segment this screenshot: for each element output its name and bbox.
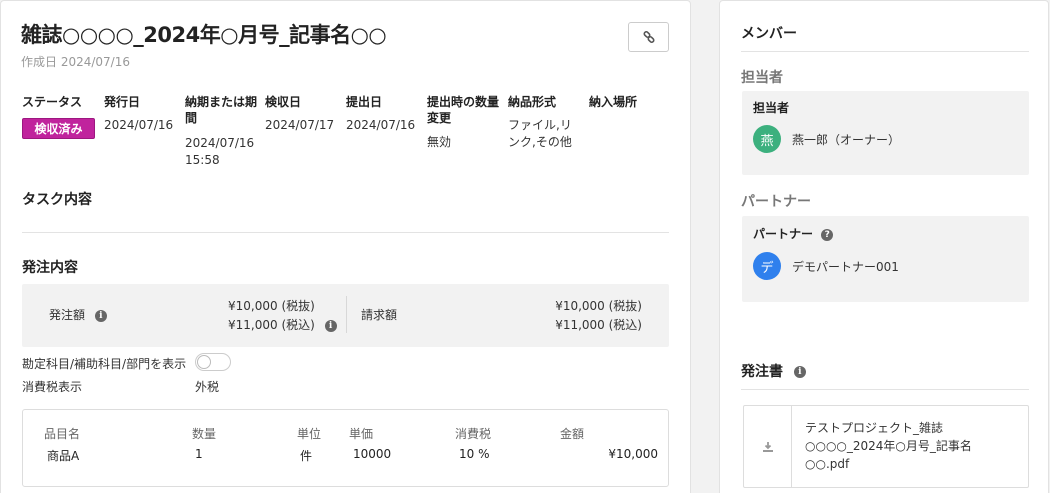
order-doc-title-wrap: 発注書 i	[741, 361, 806, 381]
assignee-name[interactable]: 燕一郎（オーナー）	[792, 131, 900, 148]
col-unit: 単位	[297, 427, 322, 441]
download-button[interactable]	[744, 406, 792, 487]
partner-box-title: パートナー	[753, 227, 814, 241]
order-amount-ex: ¥10,000 (税抜)	[228, 299, 315, 313]
filename-line1: テストプロジェクト_雑誌	[805, 421, 944, 435]
table-cell-unit: 件	[300, 449, 313, 463]
col-amount: 金額	[560, 427, 585, 441]
delivery-place-label: 納入場所	[589, 95, 638, 109]
toggle-knob	[197, 355, 211, 369]
assignee-section-title: 担当者	[741, 70, 783, 86]
info-icon[interactable]: i	[324, 319, 337, 332]
partner-section-title: パートナー	[741, 194, 811, 210]
delivery-format-value: ファイル,リ ンク,その他	[508, 117, 572, 151]
task-section-title: タスク内容	[22, 192, 92, 208]
col-quantity: 数量	[192, 427, 217, 441]
deadline-label: 納期または期 間	[185, 94, 257, 126]
table-cell-price: 10000	[353, 447, 392, 461]
tax-display-label: 消費税表示	[22, 380, 83, 394]
avatar: デ	[753, 252, 781, 280]
order-amount-in: ¥11,000 (税込)	[228, 318, 315, 332]
deadline-value-line1: 2024/07/16	[185, 136, 255, 150]
account-toggle[interactable]	[195, 353, 231, 371]
issue-date-label: 発行日	[104, 95, 141, 109]
invoice-label: 請求額	[361, 308, 398, 322]
items-table	[22, 409, 669, 487]
order-section-title: 発注内容	[22, 260, 78, 276]
partner-name[interactable]: デモパートナー001	[792, 258, 899, 275]
qty-change-label-line2: 変更	[427, 111, 452, 125]
issue-date-value: 2024/07/16	[104, 118, 174, 132]
order-doc-divider	[741, 389, 1029, 390]
members-divider	[741, 51, 1029, 52]
invoice-ex: ¥10,000 (税抜)	[555, 299, 642, 313]
deadline-value-line2: 15:58	[185, 153, 220, 167]
info-icon[interactable]: i	[94, 309, 107, 322]
qty-change-label-line1: 提出時の数量	[427, 95, 500, 109]
info-icon[interactable]: i	[793, 366, 806, 378]
qty-change-label: 提出時の数量 変更	[427, 94, 499, 126]
table-cell-item: 商品A	[47, 449, 80, 463]
inspection-date-value: 2024/07/17	[265, 118, 335, 132]
created-date: 作成日 2024/07/16	[21, 55, 130, 69]
page-title: 雑誌○○○○_2024年○月号_記事名○○	[21, 23, 387, 47]
table-cell-qty: 1	[195, 447, 203, 461]
status-label: ステータス	[22, 95, 83, 109]
col-unit-price: 単価	[349, 427, 374, 441]
deadline-label-line2: 間	[185, 111, 198, 125]
order-amount-label: 発注額	[49, 308, 86, 322]
partner-box-title-wrap: パートナー ?	[753, 226, 834, 242]
qty-change-value: 無効	[427, 135, 452, 149]
members-title: メンバー	[741, 26, 797, 42]
col-item-name: 品目名	[44, 427, 81, 441]
inspection-date-label: 検収日	[265, 95, 302, 109]
download-icon	[762, 441, 773, 452]
delivery-format-line2: ンク,その他	[508, 135, 572, 149]
task-divider	[22, 232, 669, 233]
deadline-value: 2024/07/16 15:58	[185, 135, 254, 169]
deadline-label-line1: 納期または期	[185, 95, 258, 109]
copy-link-button[interactable]	[628, 22, 669, 52]
filename-line2: ○○○○_2024年○月号_記事名	[805, 439, 972, 453]
filename-line3: ○○.pdf	[805, 457, 850, 471]
submit-date-value: 2024/07/16	[346, 118, 416, 132]
submit-date-label: 提出日	[346, 95, 383, 109]
order-amount-in-wrap: ¥11,000 (税込) i	[228, 316, 337, 333]
table-cell-amount: ¥10,000	[608, 447, 658, 461]
assignee-box-title: 担当者	[753, 101, 790, 115]
amount-divider	[346, 296, 347, 333]
col-tax: 消費税	[455, 427, 492, 441]
avatar: 燕	[753, 125, 781, 153]
delivery-format-label: 納品形式	[508, 95, 557, 109]
link-icon	[642, 31, 655, 43]
table-cell-tax: 10 %	[459, 447, 490, 461]
invoice-in: ¥11,000 (税込)	[555, 318, 642, 332]
tax-display-value: 外税	[195, 380, 220, 394]
delivery-format-line1: ファイル,リ	[508, 118, 572, 132]
account-toggle-label: 勘定科目/補助科目/部門を表示	[22, 357, 187, 371]
order-doc-title: 発注書	[741, 364, 783, 380]
order-amount-label-wrap: 発注額 i	[49, 306, 107, 323]
question-icon[interactable]: ?	[821, 228, 834, 241]
status-badge: 検収済み	[22, 118, 95, 139]
order-doc-filename[interactable]: テストプロジェクト_雑誌 ○○○○_2024年○月号_記事名 ○○.pdf	[805, 419, 972, 473]
